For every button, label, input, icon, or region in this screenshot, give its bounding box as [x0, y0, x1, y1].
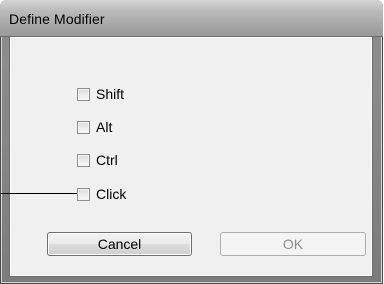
title-bar[interactable]: Define Modifier — [0, 0, 383, 37]
checkbox-shift[interactable]: Shift — [77, 85, 124, 103]
checkbox-box[interactable] — [77, 153, 90, 167]
cancel-button[interactable]: Cancel — [47, 232, 192, 256]
checkbox-label: Click — [96, 186, 127, 202]
checkbox-alt[interactable]: Alt — [77, 118, 112, 136]
dialog-title: Define Modifier — [9, 11, 105, 27]
checkbox-box[interactable] — [77, 87, 90, 101]
ok-button[interactable]: OK — [220, 232, 366, 256]
checkbox-ctrl[interactable]: Ctrl — [77, 151, 118, 169]
checkbox-label: Shift — [96, 86, 125, 102]
checkbox-box[interactable] — [77, 120, 90, 134]
checkbox-label: Ctrl — [96, 152, 118, 168]
checkbox-box[interactable] — [77, 187, 90, 201]
callout-line — [0, 193, 77, 194]
checkbox-click[interactable]: Click — [77, 185, 126, 203]
checkbox-label: Alt — [96, 119, 113, 135]
dialog-content: Shift Alt Ctrl Click Cancel OK — [9, 36, 373, 277]
dialog-window: Define Modifier Shift Alt Ctrl Click Can… — [0, 0, 383, 284]
